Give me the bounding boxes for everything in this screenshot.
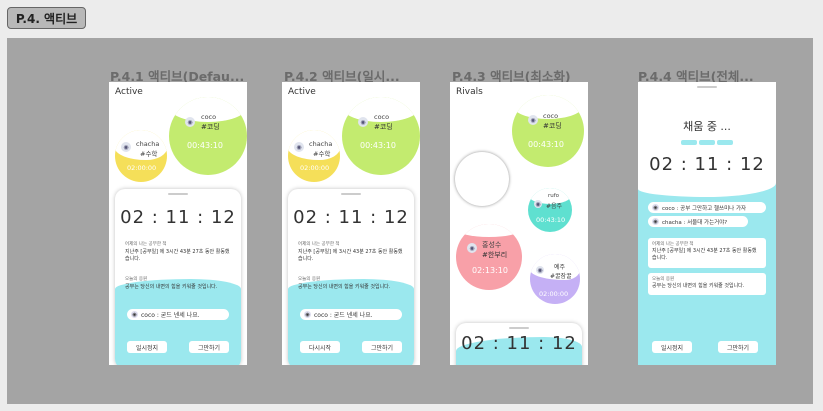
bubble-name: rufo: [548, 193, 560, 199]
coco-bubble[interactable]: ◉ coco #코딩 00:43:10: [512, 95, 584, 167]
info-heading: 어제의 나는 공부한 적: [125, 242, 167, 247]
tag-chip: [699, 140, 715, 145]
user-icon: ◉: [467, 243, 477, 253]
message-text: chacha : 서울대 가는거야?: [662, 219, 728, 226]
pause-button[interactable]: 일시정지: [652, 341, 692, 353]
info-body: 지난주 [공부일] 에 3시간 43분 27초 동안 활동했습니다.: [298, 249, 403, 262]
bubble-name: chacha: [309, 140, 333, 148]
chacha-bubble[interactable]: ◉ chacha #수학 02:00:00: [115, 130, 167, 182]
main-timer: 02 : 11 : 12: [293, 207, 409, 228]
phone-frame-default: Active ◉ coco #코딩 00:43:10 ◉ chacha #수학 …: [109, 82, 247, 365]
bubble-tag: #코딩: [374, 123, 393, 131]
bubble-time: 02:00:00: [300, 164, 330, 172]
user-icon: ◉: [652, 218, 659, 225]
quote-heading: 오늘의 응원: [298, 277, 321, 282]
bubble-tag: #음주: [546, 203, 563, 210]
quote-body: 공부는 당신의 내면의 힘을 키워줄 것입니다.: [298, 284, 391, 290]
info-body: 지난주 [공부일] 에 3시간 43분 27초 동안 활동했습니다.: [652, 248, 757, 261]
screen-title: Active: [115, 87, 143, 97]
status-heading: 채움 중 ...: [683, 120, 731, 133]
bubble-time: 02:00:00: [127, 164, 157, 172]
rufo-bubble[interactable]: ◉ rufo #음주 00:43:10: [528, 188, 572, 232]
bubble-tag: #꿀잠꿀: [550, 273, 572, 280]
user-icon: ◉: [358, 117, 368, 127]
bubble-tag: #한부리: [482, 251, 508, 259]
message-text: coco : 굳드 넨세 나요.: [314, 312, 373, 319]
bubble-tag: #코딩: [543, 122, 562, 130]
bubble-time: 02:00:00: [539, 290, 569, 298]
info-body: 지난주 [공부일] 에 3시간 43분 27초 동안 활동했습니다.: [125, 249, 230, 262]
user-icon: ◉: [652, 204, 659, 211]
message-text: coco : 공부 그만하고 헬쓰미나 가자: [662, 205, 747, 212]
screen-title: Active: [288, 87, 316, 97]
bubble-time: 00:43:10: [528, 140, 564, 149]
chat-message: ◉ coco : 굳드 넨세 나요.: [300, 309, 402, 320]
stop-button[interactable]: 그만하기: [189, 341, 229, 353]
chat-message: ◉ coco : 굳드 넨세 나요.: [127, 309, 229, 320]
info-heading: 어제의 나는 공부한 적: [298, 242, 340, 247]
coco-bubble[interactable]: ◉ coco #코딩 00:43:10: [342, 97, 420, 175]
pause-button[interactable]: 일시정지: [127, 341, 167, 353]
bubble-name: coco: [543, 112, 559, 120]
timer-sheet-minimized[interactable]: 02 : 11 : 12: [456, 323, 582, 365]
user-icon: ◉: [304, 311, 311, 318]
bubble-time: 02:13:10: [472, 266, 508, 275]
user-icon: ◉: [131, 311, 138, 318]
quote-heading: 오늘의 응원: [125, 277, 148, 282]
bubble-time: 00:43:10: [360, 141, 396, 150]
stop-button[interactable]: 그만하기: [362, 341, 402, 353]
tag-chip: [681, 140, 697, 145]
bubble-name: chacha: [136, 140, 160, 148]
quote-heading: 오늘의 응원: [652, 277, 675, 282]
sheet-handle[interactable]: [341, 193, 361, 195]
bubble-time: 00:43:10: [187, 141, 223, 150]
message-text: coco : 굳드 넨세 나요.: [141, 312, 200, 319]
quote-body: 공부는 당신의 내면의 힘을 키워줄 것입니다.: [652, 283, 745, 289]
page-tag: P.4. 액티브: [7, 7, 86, 29]
info-card: 어제의 나는 공부한 적 지난주 [공부일] 에 3시간 43분 27초 동안 …: [648, 238, 766, 268]
tag-chips: [638, 137, 776, 145]
sheet-handle[interactable]: [697, 86, 717, 88]
bubble-tag: #수학: [140, 150, 158, 158]
phone-frame-fullscreen: 채움 중 ... 02 : 11 : 12 ◉ coco : 공부 그만하고 헬…: [638, 82, 776, 365]
main-timer: 02 : 11 : 12: [120, 207, 236, 228]
chat-message: ◉ coco : 공부 그만하고 헬쓰미나 가자: [648, 202, 766, 213]
user-icon: ◉: [534, 200, 542, 208]
coco-bubble[interactable]: ◉ coco #코딩 00:43:10: [169, 97, 247, 175]
empty-slot-bubble[interactable]: [455, 152, 509, 206]
user-icon: ◉: [121, 142, 131, 152]
bubble-time: 00:43:10: [536, 216, 566, 224]
phone-frame-minimized: Rivals ◉ coco #코딩 00:43:10 ◉ rufo #음주 00…: [450, 82, 588, 365]
resume-button[interactable]: 다시시작: [300, 341, 340, 353]
sheet-handle[interactable]: [168, 193, 188, 195]
main-timer: 02 : 11 : 12: [461, 333, 577, 354]
tag-chip: [717, 140, 733, 145]
stop-button[interactable]: 그만하기: [718, 341, 758, 353]
hong-bubble[interactable]: ◉ 홍성수 #한부리 02:13:10: [456, 224, 522, 290]
yeju-bubble[interactable]: ◉ 예주 #꿀잠꿀 02:00:00: [530, 254, 580, 304]
main-timer: 02 : 11 : 12: [649, 154, 765, 175]
phone-frame-paused: Active ◉ coco #코딩 00:43:10 ◉ chacha #수학 …: [282, 82, 420, 365]
bubble-tag: #코딩: [201, 123, 220, 131]
info-heading: 어제의 나는 공부한 적: [652, 242, 694, 247]
user-icon: ◉: [536, 266, 544, 274]
timer-sheet[interactable]: 02 : 11 : 12 어제의 나는 공부한 적 지난주 [공부일] 에 3시…: [288, 189, 414, 365]
timer-sheet[interactable]: 02 : 11 : 12 어제의 나는 공부한 적 지난주 [공부일] 에 3시…: [115, 189, 241, 365]
user-icon: ◉: [528, 115, 538, 125]
chacha-bubble[interactable]: ◉ chacha #수학 02:00:00: [288, 130, 340, 182]
bubble-name: coco: [374, 113, 390, 121]
quote-body: 공부는 당신의 내면의 힘을 키워줄 것입니다.: [125, 284, 218, 290]
quote-card: 오늘의 응원 공부는 당신의 내면의 힘을 키워줄 것입니다.: [648, 273, 766, 295]
bubble-name: coco: [201, 113, 217, 121]
sheet-handle[interactable]: [509, 327, 529, 329]
screen-title: Rivals: [456, 87, 483, 97]
user-icon: ◉: [294, 142, 304, 152]
user-icon: ◉: [185, 117, 195, 127]
bubble-name: 홍성수: [482, 241, 502, 249]
bubble-name: 예주: [554, 264, 566, 271]
bubble-tag: #수학: [313, 150, 331, 158]
chat-message: ◉ chacha : 서울대 가는거야?: [648, 216, 748, 227]
